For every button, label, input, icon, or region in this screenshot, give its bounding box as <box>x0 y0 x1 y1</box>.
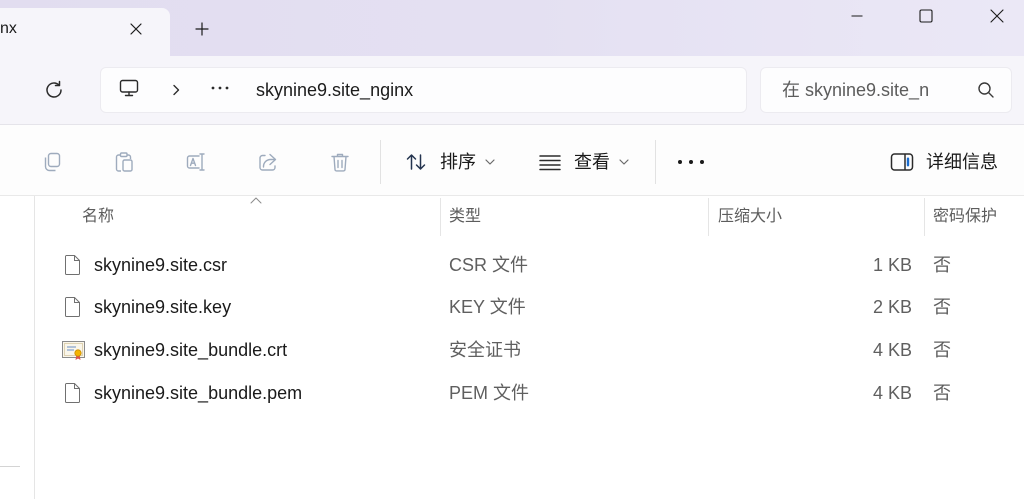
tab-close-button[interactable] <box>126 19 146 39</box>
file-password-protected: 否 <box>933 297 951 317</box>
file-type: KEY 文件 <box>449 297 526 317</box>
share-icon <box>259 153 277 171</box>
more-options-button[interactable] <box>672 143 710 181</box>
file-name: skynine9.site.csr <box>94 255 228 275</box>
column-header-label: 密码保护 <box>933 208 998 225</box>
file-password-protected: 否 <box>933 383 951 403</box>
refresh-button[interactable] <box>42 78 66 102</box>
maximize-button[interactable] <box>903 2 949 30</box>
search-icon <box>978 82 994 98</box>
column-header-password-protected[interactable]: 密码保护 <box>925 198 1024 236</box>
rename-button[interactable] <box>184 150 208 174</box>
copy-button[interactable] <box>40 150 64 174</box>
chevron-down-icon <box>619 159 629 165</box>
rename-icon <box>186 153 205 171</box>
search-button[interactable] <box>976 80 996 100</box>
minimize-icon <box>851 15 863 17</box>
file-row[interactable]: skynine9.site.csr CSR 文件 1 KB 否 <box>36 244 1024 286</box>
toolbar-separator <box>655 140 656 184</box>
file-compressed-size: 4 KB <box>872 340 912 360</box>
search-box[interactable] <box>760 67 1012 113</box>
maximize-icon <box>919 9 933 23</box>
file-type: PEM 文件 <box>449 383 530 403</box>
navigation-pane[interactable] <box>0 196 35 499</box>
close-window-button[interactable] <box>974 2 1020 30</box>
command-bar <box>0 125 1024 196</box>
view-label: 查看 <box>574 152 610 172</box>
details-pane-icon <box>890 151 914 173</box>
navigation-pane-splitter[interactable] <box>34 196 35 499</box>
share-button[interactable] <box>256 150 280 174</box>
breadcrumb-separator[interactable] <box>169 83 183 97</box>
breadcrumb-current-folder[interactable]: skynine9.site_nginx <box>256 79 413 101</box>
file-icon <box>64 296 82 318</box>
ellipsis-icon <box>211 86 229 90</box>
file-row[interactable]: skynine9.site_bundle.pem PEM 文件 4 KB 否 <box>36 372 1024 414</box>
file-icon <box>64 254 82 276</box>
delete-button[interactable] <box>328 150 352 174</box>
file-name: skynine9.site_bundle.crt <box>94 340 288 360</box>
sort-icon <box>405 151 427 173</box>
new-tab-button[interactable] <box>191 18 213 40</box>
refresh-icon <box>46 80 62 98</box>
delete-icon <box>331 153 349 172</box>
column-header-compressed-size[interactable]: 压缩大小 <box>709 198 924 236</box>
computer-icon <box>119 79 139 97</box>
breadcrumb-overflow-button[interactable] <box>210 82 230 94</box>
column-header-name[interactable]: 名称 <box>36 198 440 236</box>
sort-label: 排序 <box>440 152 476 172</box>
file-name: skynine9.site_bundle.pem <box>94 383 303 403</box>
file-compressed-size: 4 KB <box>872 383 912 403</box>
file-compressed-size: 1 KB <box>872 255 912 275</box>
file-icon <box>64 382 82 404</box>
file-row[interactable]: skynine9.site.key KEY 文件 2 KB 否 <box>36 286 1024 328</box>
location-button[interactable] <box>118 77 140 99</box>
search-input[interactable] <box>782 68 972 112</box>
chevron-right-icon <box>173 84 180 96</box>
file-compressed-size: 2 KB <box>872 297 912 317</box>
file-name: skynine9.site.key <box>94 297 232 317</box>
close-icon <box>990 9 1004 23</box>
chevron-down-icon <box>485 159 495 165</box>
plus-icon <box>195 22 209 36</box>
file-type: CSR 文件 <box>449 255 529 275</box>
copy-icon <box>44 152 61 172</box>
details-label: 详细信息 <box>926 152 998 172</box>
file-row[interactable]: skynine9.site_bundle.crt 安全证书 4 KB 否 <box>36 329 1024 371</box>
address-bar[interactable] <box>100 67 747 113</box>
certificate-icon <box>62 339 86 361</box>
paste-button[interactable] <box>112 150 136 174</box>
minimize-button[interactable] <box>834 2 880 30</box>
tab-title: nx <box>0 20 17 37</box>
file-password-protected: 否 <box>933 255 951 275</box>
column-header-type[interactable]: 类型 <box>441 198 708 236</box>
navigation-pane-divider <box>0 466 20 467</box>
column-header-label: 压缩大小 <box>718 208 783 225</box>
paste-icon <box>115 152 133 172</box>
file-password-protected: 否 <box>933 340 951 360</box>
close-icon <box>130 23 142 35</box>
column-header-label: 类型 <box>449 208 482 225</box>
list-view-icon <box>538 151 562 173</box>
column-header-label: 名称 <box>82 208 115 225</box>
file-type: 安全证书 <box>449 340 521 360</box>
toolbar-separator <box>380 140 381 184</box>
ellipsis-icon <box>678 160 704 164</box>
